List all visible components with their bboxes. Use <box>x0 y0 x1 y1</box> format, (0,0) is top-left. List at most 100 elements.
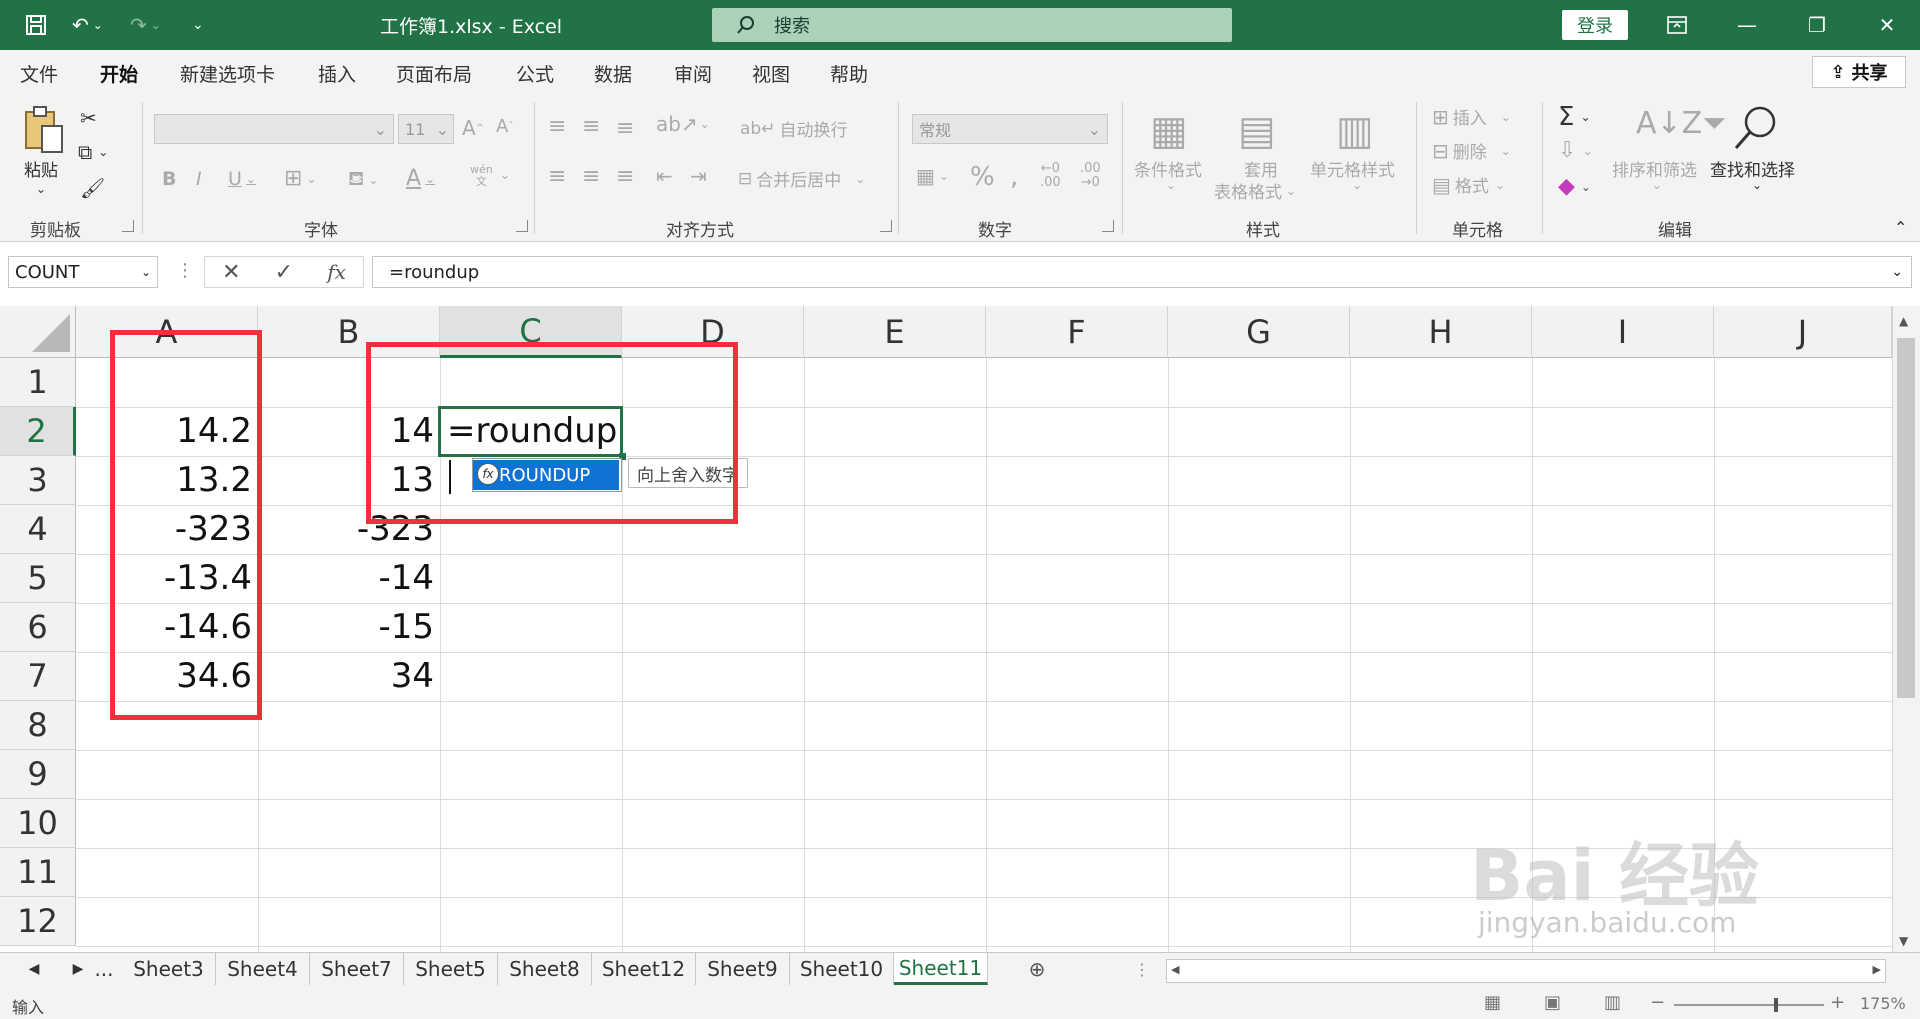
vertical-scroll-thumb[interactable] <box>1897 338 1915 698</box>
scroll-left-icon[interactable]: ◀ <box>1171 963 1179 976</box>
formula-input[interactable]: =roundup ⌄ <box>372 256 1912 288</box>
find-select-icon[interactable] <box>1732 104 1778 152</box>
save-icon[interactable] <box>24 0 48 50</box>
normal-view-icon[interactable]: ▦ <box>1484 992 1501 1013</box>
close-icon[interactable]: ✕ <box>1852 0 1920 50</box>
align-middle-icon[interactable]: ≡ <box>582 114 600 139</box>
underline-icon[interactable]: U ⌄ <box>228 168 256 190</box>
alignment-launcher-icon[interactable] <box>880 220 892 232</box>
number-launcher-icon[interactable] <box>1102 220 1114 232</box>
sheet-tab-sheet5[interactable]: Sheet5 <box>404 953 498 985</box>
decrease-font-icon[interactable]: Aˇ <box>496 116 513 137</box>
align-top-icon[interactable]: ≡ <box>548 114 566 139</box>
format-cells-button[interactable]: ▤ 格式 ⌄ <box>1432 172 1505 198</box>
font-size-select[interactable]: 11 ⌄ <box>398 114 454 144</box>
increase-indent-icon[interactable]: ⇥ <box>690 164 707 188</box>
zoom-level[interactable]: 175% <box>1860 994 1906 1013</box>
row-header-9[interactable]: 9 <box>0 750 76 799</box>
chevron-down-icon[interactable]: ⌄ <box>500 168 510 182</box>
row-header-12[interactable]: 12 <box>0 897 76 946</box>
column-header-f[interactable]: F <box>986 306 1168 358</box>
column-header-j[interactable]: J <box>1714 306 1892 358</box>
tab-splitter-icon[interactable]: ⋮ <box>1134 953 1150 985</box>
zoom-out-icon[interactable]: − <box>1650 992 1665 1013</box>
phonetic-icon[interactable]: wén 文 <box>470 164 493 188</box>
cell-b6[interactable]: -15 <box>262 603 434 652</box>
insert-cells-button[interactable]: ⊞ 插入 ⌄ <box>1432 104 1511 130</box>
number-format-select[interactable]: 常规 ⌄ <box>912 114 1108 144</box>
row-header-4[interactable]: 4 <box>0 505 76 554</box>
sort-filter-icon[interactable]: A↓Z⏷ <box>1636 106 1726 141</box>
restore-icon[interactable]: ❐ <box>1782 0 1852 50</box>
tab-insert[interactable]: 插入 <box>318 60 356 87</box>
row-header-3[interactable]: 3 <box>0 456 76 505</box>
minimize-icon[interactable]: — <box>1712 0 1782 50</box>
zoom-slider-thumb[interactable] <box>1774 998 1778 1012</box>
align-right-icon[interactable]: ≡ <box>616 164 634 189</box>
column-header-e[interactable]: E <box>804 306 986 358</box>
format-painter-icon[interactable]: 🖌 <box>80 176 105 200</box>
tab-data[interactable]: 数据 <box>594 60 632 87</box>
merge-center-button[interactable]: ⊟ 合并后居中 ⌄ <box>738 166 865 192</box>
fill-color-icon[interactable]: ⛾ ⌄ <box>348 166 378 193</box>
copy-icon[interactable]: ⧉ ⌄ <box>78 140 108 164</box>
column-header-g[interactable]: G <box>1168 306 1350 358</box>
paste-dropdown-icon[interactable]: ⌄ <box>36 182 46 196</box>
sheet-tab-sheet10[interactable]: Sheet10 <box>790 953 894 985</box>
name-box[interactable]: COUNT ⌄ <box>8 256 158 288</box>
add-sheet-icon[interactable]: ⊕ <box>1022 953 1052 985</box>
column-header-i[interactable]: I <box>1532 306 1714 358</box>
row-header-8[interactable]: 8 <box>0 701 76 750</box>
login-button[interactable]: 登录 <box>1562 10 1628 40</box>
undo-icon[interactable]: ↶ ⌄ <box>72 0 103 50</box>
conditional-format-icon[interactable]: ▦ <box>1150 108 1188 154</box>
sheet-tab-sheet11[interactable]: Sheet11 <box>894 953 988 985</box>
tab-new-tab[interactable]: 新建选项卡 <box>180 60 275 87</box>
expand-formula-icon[interactable]: ⌄ <box>1891 264 1903 280</box>
increase-decimal-icon[interactable]: ←0.00 <box>1040 162 1061 190</box>
more-sheets-button[interactable]: ... <box>88 953 120 985</box>
cell-b7[interactable]: 34 <box>262 652 434 701</box>
tab-view[interactable]: 视图 <box>752 60 790 87</box>
column-header-h[interactable]: H <box>1350 306 1532 358</box>
clear-icon[interactable]: ◆ ⌄ <box>1558 174 1591 199</box>
font-launcher-icon[interactable] <box>516 220 528 232</box>
ribbon-display-icon[interactable] <box>1642 0 1712 50</box>
sheet-tab-sheet12[interactable]: Sheet12 <box>592 953 696 985</box>
page-break-view-icon[interactable]: ▥ <box>1604 992 1621 1013</box>
row-header-2[interactable]: 2 <box>0 407 76 456</box>
cell-b5[interactable]: -14 <box>262 554 434 603</box>
accounting-format-icon[interactable]: ▦ ⌄ <box>916 164 949 188</box>
wrap-text-button[interactable]: ab↵ 自动换行 <box>740 116 847 142</box>
tab-page-layout[interactable]: 页面布局 <box>396 60 472 87</box>
cell-styles-icon[interactable]: ▥ <box>1336 108 1374 154</box>
row-header-1[interactable]: 1 <box>0 358 76 407</box>
align-center-icon[interactable]: ≡ <box>582 164 600 189</box>
prev-sheet-icon[interactable]: ◀ <box>14 953 54 985</box>
sheet-tab-sheet8[interactable]: Sheet8 <box>498 953 592 985</box>
align-left-icon[interactable]: ≡ <box>548 164 566 189</box>
insert-function-icon[interactable]: fx <box>327 260 346 284</box>
sheet-tab-sheet4[interactable]: Sheet4 <box>216 953 310 985</box>
collapse-ribbon-icon[interactable]: ⌃ <box>1894 218 1907 237</box>
row-header-10[interactable]: 10 <box>0 799 76 848</box>
format-as-table-icon[interactable]: ▤ <box>1238 108 1276 154</box>
page-layout-view-icon[interactable]: ▣ <box>1544 992 1561 1013</box>
paste-icon[interactable] <box>22 104 68 154</box>
tab-formulas[interactable]: 公式 <box>516 60 554 87</box>
vertical-scrollbar[interactable]: ▲ ▼ <box>1892 306 1920 956</box>
scroll-right-icon[interactable]: ▶ <box>1873 963 1881 976</box>
row-header-11[interactable]: 11 <box>0 848 76 897</box>
cut-icon[interactable]: ✂ <box>80 106 97 130</box>
horizontal-scroll-thumb[interactable] <box>1191 962 1811 980</box>
increase-font-icon[interactable]: A ^ <box>462 116 484 140</box>
align-bottom-icon[interactable]: ≡ <box>616 116 634 141</box>
decrease-indent-icon[interactable]: ⇤ <box>656 164 673 188</box>
sheet-tab-sheet9[interactable]: Sheet9 <box>696 953 790 985</box>
delete-cells-button[interactable]: ⊟ 删除 ⌄ <box>1432 138 1511 164</box>
search-input[interactable]: 搜索 <box>712 8 1232 42</box>
confirm-entry-icon[interactable]: ✓ <box>275 260 293 285</box>
scroll-up-icon[interactable]: ▲ <box>1899 314 1908 328</box>
bold-icon[interactable]: B <box>162 168 176 190</box>
fill-icon[interactable]: ⇩ ⌄ <box>1558 138 1593 163</box>
